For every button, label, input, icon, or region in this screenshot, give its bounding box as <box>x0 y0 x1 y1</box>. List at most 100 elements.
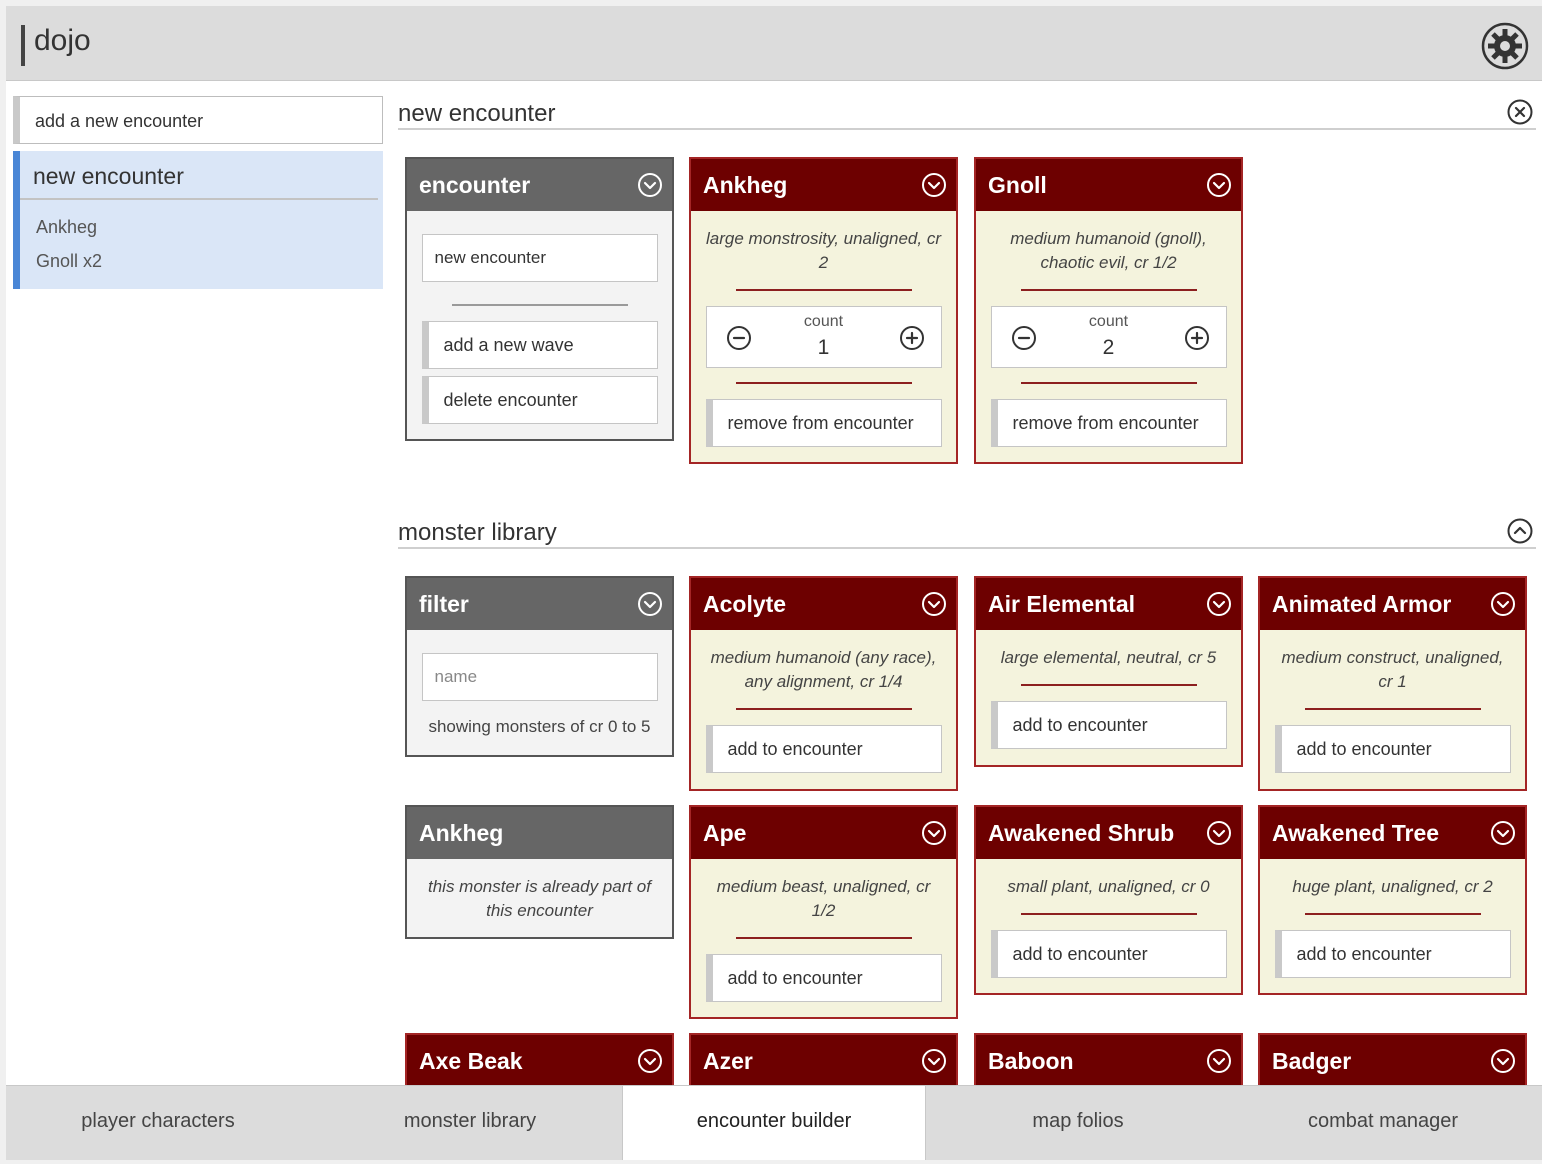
tab-player-characters[interactable]: player characters <box>6 1086 310 1160</box>
encounter-name-field[interactable]: new encounter <box>421 234 658 282</box>
monster-name: Gnoll <box>988 172 1047 198</box>
monster-name: Ankheg <box>703 172 788 198</box>
close-circle-icon <box>1507 99 1533 125</box>
title-accent-bar <box>21 25 25 66</box>
chevron-down-circle-icon[interactable] <box>921 172 947 198</box>
divider <box>20 198 378 200</box>
card-title: encounter <box>419 172 531 198</box>
chevron-down-circle-icon[interactable] <box>921 591 947 617</box>
chevron-down-circle-icon[interactable] <box>1206 591 1232 617</box>
monster-name: Baboon <box>988 1048 1074 1074</box>
add-wave-button[interactable]: add a new wave <box>421 321 658 369</box>
remove-from-encounter-button[interactable]: remove from encounter <box>705 399 942 447</box>
card-header: Ankheg <box>691 159 956 211</box>
card-header: Acolyte <box>691 578 956 630</box>
close-encounter-button[interactable] <box>1506 98 1534 126</box>
monster-name: Awakened Tree <box>1272 820 1440 846</box>
monster-name: Ankheg <box>419 820 504 846</box>
chevron-down-circle-icon[interactable] <box>1490 820 1516 846</box>
cr-range-info: showing monsters of cr 0 to 5 <box>428 717 651 736</box>
monster-name: Awakened Shrub <box>988 820 1175 846</box>
monster-name: Ape <box>703 820 747 846</box>
library-monster-card: Ape medium beast, unaligned, cr 1/2 add … <box>689 805 958 1019</box>
tab-map-folios[interactable]: map folios <box>926 1086 1230 1160</box>
encounter-monster-card: Gnoll medium humanoid (gnoll), chaotic e… <box>974 157 1243 464</box>
chevron-down-circle-icon[interactable] <box>1206 820 1232 846</box>
monster-description: medium humanoid (gnoll), chaotic evil, c… <box>1010 229 1207 272</box>
name-filter-input[interactable]: name <box>421 653 658 701</box>
card-header: Baboon <box>976 1035 1241 1087</box>
card-header: Awakened Tree <box>1260 807 1525 859</box>
card-header: Badger <box>1260 1035 1525 1087</box>
filter-card: filter name showing monsters of cr 0 to … <box>405 576 674 757</box>
monster-name: Axe Beak <box>419 1048 523 1074</box>
chevron-down-circle-icon[interactable] <box>637 591 663 617</box>
add-to-encounter-button[interactable]: add to encounter <box>1274 725 1511 773</box>
card-header: Gnoll <box>976 159 1241 211</box>
add-to-encounter-button[interactable]: add to encounter <box>705 954 942 1002</box>
already-added-monster-card: Ankheg this monster is already part of t… <box>405 805 674 939</box>
bottom-tab-bar: player characters monster library encoun… <box>6 1085 1542 1160</box>
add-to-encounter-button[interactable]: add to encounter <box>990 930 1227 978</box>
chevron-down-circle-icon[interactable] <box>1206 172 1232 198</box>
monster-description: small plant, unaligned, cr 0 <box>1007 877 1210 896</box>
encounter-name: new encounter <box>33 163 184 189</box>
chevron-down-circle-icon[interactable] <box>637 172 663 198</box>
card-header: Axe Beak <box>407 1035 672 1087</box>
chevron-down-circle-icon[interactable] <box>921 820 947 846</box>
encounter-monster-entry: Ankheg <box>36 217 98 237</box>
plus-circle-icon[interactable] <box>1184 325 1210 351</box>
monster-name: Animated Armor <box>1272 591 1452 617</box>
card-header: filter <box>407 578 672 630</box>
card-header: Azer <box>691 1035 956 1087</box>
monster-name: Acolyte <box>703 591 787 617</box>
encounter-monster-card: Ankheg large monstrosity, unaligned, cr … <box>689 157 958 464</box>
chevron-down-circle-icon[interactable] <box>1206 1048 1232 1074</box>
chevron-down-circle-icon[interactable] <box>921 1048 947 1074</box>
already-added-message: this monster is already part of this enc… <box>428 877 651 920</box>
library-monster-card: Animated Armor medium construct, unalign… <box>1258 576 1527 791</box>
encounter-list-item[interactable]: new encounter Ankheg Gnoll x2 <box>13 151 383 289</box>
plus-circle-icon[interactable] <box>899 325 925 351</box>
encounter-card: encounter new encounter add a new wave d… <box>405 157 674 441</box>
library-monster-card: Air Elemental large elemental, neutral, … <box>974 576 1243 767</box>
add-to-encounter-button[interactable]: add to encounter <box>990 701 1227 749</box>
encounter-sidebar: add a new encounter new encounter Ankheg… <box>13 96 383 289</box>
library-section-header: monster library <box>398 517 1536 549</box>
chevron-up-circle-icon <box>1507 518 1533 544</box>
card-header: Ankheg <box>407 807 672 859</box>
library-monster-card: Awakened Shrub small plant, unaligned, c… <box>974 805 1243 995</box>
chevron-down-circle-icon[interactable] <box>1490 591 1516 617</box>
monster-description: medium humanoid (any race), any alignmen… <box>710 648 937 691</box>
chevron-down-circle-icon[interactable] <box>637 1048 663 1074</box>
card-header: encounter <box>407 159 672 211</box>
library-monster-card: Acolyte medium humanoid (any race), any … <box>689 576 958 791</box>
card-header: Animated Armor <box>1260 578 1525 630</box>
section-title: new encounter <box>398 100 556 127</box>
add-to-encounter-button[interactable]: add to encounter <box>705 725 942 773</box>
encounter-section-header: new encounter <box>398 98 1536 130</box>
add-encounter-button[interactable]: add a new encounter <box>13 96 383 144</box>
remove-from-encounter-button[interactable]: remove from encounter <box>990 399 1227 447</box>
card-header: Awakened Shrub <box>976 807 1241 859</box>
collapse-library-button[interactable] <box>1506 517 1534 545</box>
tab-combat-manager[interactable]: combat manager <box>1230 1086 1536 1160</box>
settings-button[interactable] <box>1481 22 1529 70</box>
monster-name: Air Elemental <box>988 591 1135 617</box>
chevron-down-circle-icon[interactable] <box>1490 1048 1516 1074</box>
monster-description: medium construct, unaligned, cr 1 <box>1281 648 1504 691</box>
add-to-encounter-button[interactable]: add to encounter <box>1274 930 1511 978</box>
monster-name: Badger <box>1272 1048 1352 1074</box>
app-window: dojo add a new encounter new encounter A… <box>6 6 1542 1160</box>
delete-encounter-button[interactable]: delete encounter <box>421 376 658 424</box>
app-header: dojo <box>6 6 1542 81</box>
monster-description: large monstrosity, unaligned, cr 2 <box>706 229 941 272</box>
tab-encounter-builder[interactable]: encounter builder <box>622 1086 926 1160</box>
section-title: monster library <box>398 519 557 546</box>
gear-icon <box>1481 22 1529 70</box>
card-header: Ape <box>691 807 956 859</box>
monster-description: large elemental, neutral, cr 5 <box>1000 648 1217 667</box>
monster-description: huge plant, unaligned, cr 2 <box>1292 877 1493 896</box>
tab-monster-library[interactable]: monster library <box>318 1086 622 1160</box>
app-title: dojo <box>34 24 91 57</box>
